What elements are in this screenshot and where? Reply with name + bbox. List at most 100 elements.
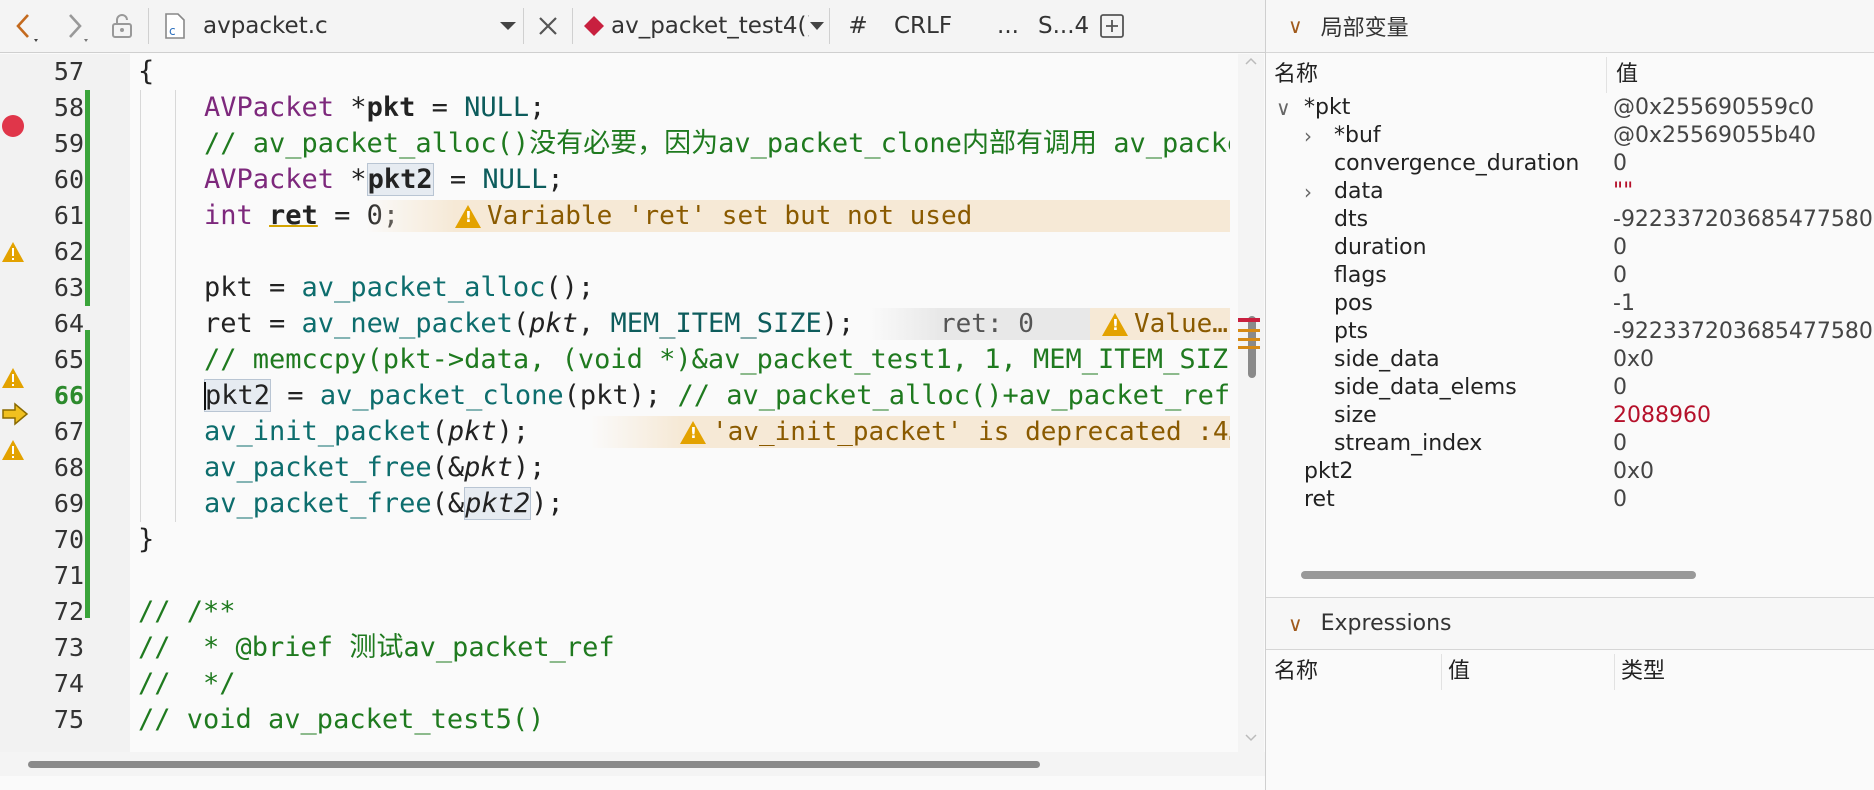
line-number: 69 — [53, 489, 84, 518]
code-area[interactable]: { AVPacket *pkt = NULL; // av_packet_all… — [130, 54, 1230, 754]
var-value: 0x0 — [1613, 347, 1655, 372]
comment: // */ — [138, 668, 236, 699]
line-number-current: 66 — [53, 381, 84, 410]
tree-row[interactable]: pos -1 — [1266, 290, 1874, 318]
line-number: 68 — [53, 453, 84, 482]
function-call: av_new_packet — [301, 308, 513, 339]
split-selector[interactable]: S...4 — [1032, 13, 1092, 39]
var-name: ret — [1304, 487, 1335, 512]
code-line-75: // void av_packet_test5() — [130, 702, 1230, 738]
type-name: AVPacket — [204, 92, 335, 123]
locals-column-header: 名称 值 — [1266, 57, 1874, 93]
warning-icon — [1102, 312, 1128, 336]
var-name: convergence_duration — [1334, 151, 1580, 176]
var-name: pkt2 — [1304, 459, 1354, 484]
dropdown-arrow-icon — [810, 22, 824, 30]
line-number: 71 — [53, 561, 84, 590]
scrollbar-thumb[interactable] — [28, 761, 1040, 768]
code-token: = — [271, 380, 320, 411]
split-label: S...4 — [1038, 13, 1090, 39]
split-editor-button[interactable] — [1092, 0, 1132, 53]
tree-row[interactable]: side_data_elems 0 — [1266, 374, 1874, 402]
tree-row[interactable]: ret 0 — [1266, 486, 1874, 514]
column-name-header[interactable]: 名称 — [1274, 654, 1318, 690]
keyword: int — [204, 200, 253, 231]
function-selector[interactable]: av_packet_test4()... — [611, 13, 809, 39]
locals-header[interactable]: ∨ 局部变量 — [1266, 0, 1874, 53]
tree-row[interactable]: convergence_duration 0 — [1266, 150, 1874, 178]
editor-horizontal-scrollbar[interactable] — [0, 752, 1265, 776]
forward-button[interactable] — [50, 0, 100, 53]
tree-row[interactable]: flags 0 — [1266, 262, 1874, 290]
debug-panel: ∨ 局部变量 名称 值 ∨ *pkt @0x255690559c0 › *buf… — [1265, 0, 1874, 790]
tree-row[interactable]: stream_index 0 — [1266, 430, 1874, 458]
line-number: 59 — [53, 129, 84, 158]
line-number: 57 — [53, 57, 84, 86]
code-token: , — [577, 308, 611, 339]
code-line-59: // av_packet_alloc()没有必要，因为av_packet_clo… — [130, 126, 1230, 162]
code-token: pkt = — [204, 272, 302, 303]
tree-row[interactable]: › data "" — [1266, 178, 1874, 206]
back-button[interactable] — [0, 0, 50, 53]
close-file-button[interactable] — [528, 0, 568, 53]
function-dropdown-button[interactable] — [809, 0, 825, 53]
code-token: ( — [512, 308, 530, 339]
column-value-header[interactable]: 值 — [1616, 57, 1638, 93]
column-divider[interactable] — [1441, 654, 1442, 690]
line-gutter[interactable]: 57 58 59 60 61 62 63 64 65 66 67 68 69 7… — [0, 54, 130, 754]
tree-row[interactable]: dts -9223372036854775808 — [1266, 206, 1874, 234]
tree-row[interactable]: duration 0 — [1266, 234, 1874, 262]
var-name: side_data_elems — [1334, 375, 1517, 400]
more-button[interactable]: ... — [962, 13, 1032, 39]
inline-warning[interactable]: Variable 'ret' set but not used — [365, 200, 1230, 232]
column-divider[interactable] — [1614, 654, 1615, 690]
changed-lines-marker — [85, 90, 90, 306]
line-ending-label: CRLF — [894, 13, 953, 39]
tree-row[interactable]: › *buf @0x25569055b40 — [1266, 122, 1874, 150]
tree-row[interactable]: pkt2 0x0 — [1266, 458, 1874, 486]
tree-row[interactable]: ∨ *pkt @0x255690559c0 — [1266, 94, 1874, 122]
argument-highlighted: pkt2 — [464, 487, 532, 520]
warning-text: Value… — [1134, 309, 1228, 339]
tree-row[interactable]: size 2088960 — [1266, 402, 1874, 430]
tree-row[interactable]: pts -9223372036854775808 — [1266, 318, 1874, 346]
code-line-70: } — [130, 522, 1230, 558]
line-ending-selector[interactable]: CRLF — [882, 13, 962, 39]
column-name-header[interactable]: 名称 — [1274, 57, 1318, 93]
code-line-73: // * @brief 测试av_packet_ref — [130, 630, 1230, 666]
file-selector[interactable]: avpacket.c — [197, 13, 497, 39]
function-call: av_packet_alloc — [301, 272, 546, 303]
var-value: "" — [1613, 179, 1634, 204]
chevron-right-icon[interactable]: › — [1304, 122, 1312, 150]
lock-button[interactable] — [100, 0, 144, 53]
inline-warning[interactable]: Value… — [1090, 308, 1230, 340]
tree-row[interactable]: side_data 0x0 — [1266, 346, 1874, 374]
expressions-title: Expressions — [1320, 611, 1452, 636]
variable-name: ret — [269, 200, 318, 231]
expressions-list[interactable] — [1266, 690, 1874, 790]
hash-button[interactable]: # — [834, 13, 882, 39]
code-line-72: // /** — [130, 594, 1230, 630]
scrollbar-thumb[interactable] — [1301, 571, 1696, 579]
column-value-header[interactable]: 值 — [1448, 654, 1470, 690]
file-dropdown-button[interactable] — [497, 0, 519, 53]
editor-vertical-scrollbar[interactable] — [1238, 54, 1264, 754]
code-token: (& — [431, 452, 465, 483]
toolbar-divider — [829, 8, 830, 44]
code-editor[interactable]: 57 58 59 60 61 62 63 64 65 66 67 68 69 7… — [0, 54, 1265, 754]
comment: // av_packet_alloc()没有必要，因为av_packet_clo… — [204, 128, 1230, 159]
locals-horizontal-scrollbar[interactable] — [1266, 560, 1874, 590]
chevron-down-icon: ∨ — [1288, 611, 1303, 636]
chevron-right-icon[interactable]: › — [1304, 178, 1312, 206]
warning-text: 'av_init_packet' is deprecated :4… — [712, 417, 1230, 447]
column-type-header[interactable]: 类型 — [1621, 654, 1665, 690]
expressions-header[interactable]: ∨ Expressions — [1266, 597, 1874, 650]
column-divider[interactable] — [1606, 57, 1607, 93]
code-line-68: av_packet_free(&pkt); — [130, 450, 1230, 486]
inline-warning[interactable]: 'av_init_packet' is deprecated :4… — [590, 416, 1230, 448]
locals-title: 局部变量 — [1320, 16, 1409, 41]
chevron-down-icon[interactable]: ∨ — [1276, 94, 1291, 122]
inline-value: ret: 0 — [870, 308, 1090, 340]
line-number: 73 — [53, 633, 84, 662]
